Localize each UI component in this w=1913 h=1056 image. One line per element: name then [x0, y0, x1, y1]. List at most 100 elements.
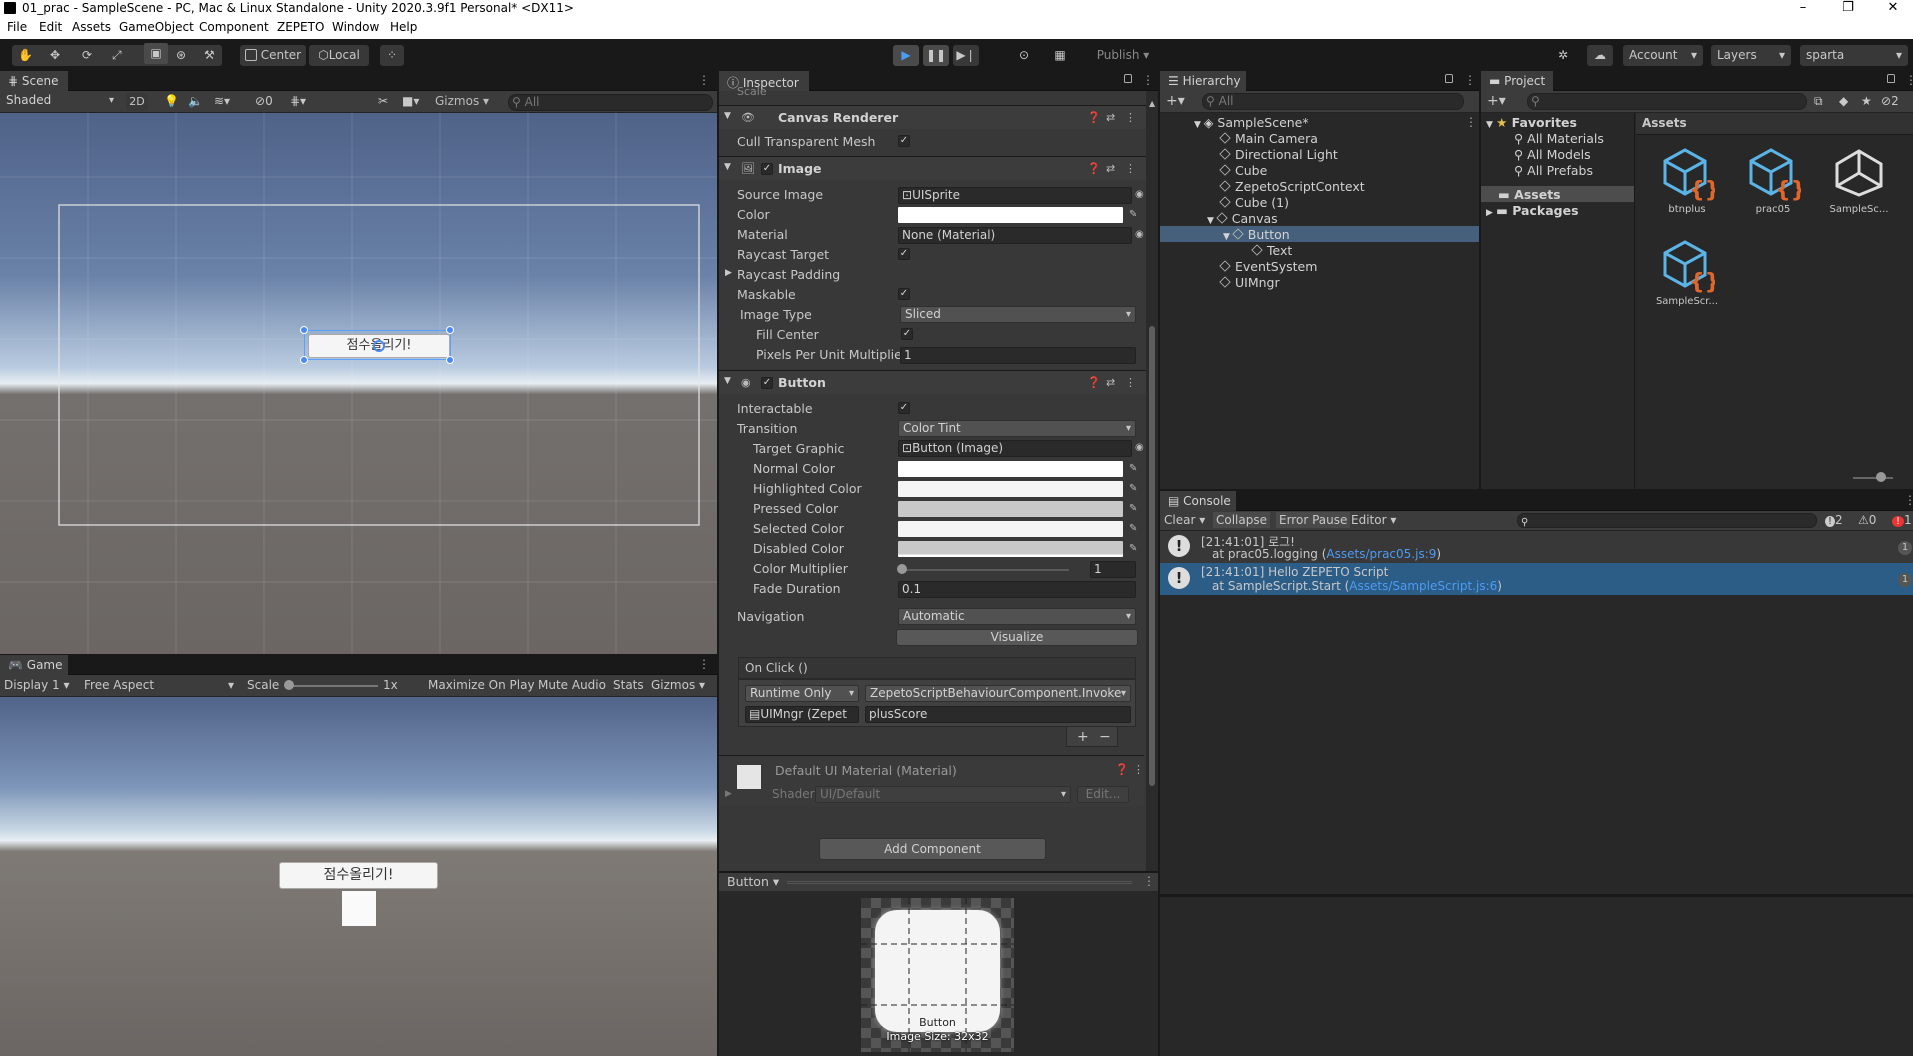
lock-icon[interactable]: [1445, 74, 1453, 83]
gizmos-dropdown[interactable]: Gizmos ▾: [435, 94, 489, 108]
icon-size-slider[interactable]: [1853, 477, 1893, 479]
asset-item-btnplus[interactable]: {} btnplus: [1654, 145, 1720, 215]
favorites-folder[interactable]: ▼ ★ Favorites: [1486, 115, 1577, 130]
tree-item-zepeto-script-context[interactable]: ZepetoScriptContext: [1219, 179, 1365, 194]
tab-scene[interactable]: ⋕ Scene: [0, 71, 68, 91]
services-icon[interactable]: ✲: [1552, 45, 1574, 66]
lock-icon[interactable]: [1887, 74, 1895, 83]
scale-slider-knob[interactable]: [284, 680, 294, 690]
shader-edit-button[interactable]: Edit...: [1077, 786, 1129, 803]
image-type-dropdown[interactable]: Sliced: [900, 306, 1136, 323]
cull-transparent-checkbox[interactable]: ✓: [898, 135, 910, 147]
help-icon[interactable]: ❓: [1087, 376, 1101, 390]
maximize-on-play-toggle[interactable]: Maximize On Play: [428, 678, 535, 692]
cloud-icon[interactable]: ☁: [1587, 45, 1613, 66]
tab-hierarchy[interactable]: ☰ Hierarchy: [1160, 71, 1246, 91]
menu-file[interactable]: File: [7, 20, 27, 34]
rect-handle-bl[interactable]: [300, 356, 308, 364]
lock-icon[interactable]: [1124, 74, 1132, 83]
tab-console[interactable]: ▤ Console: [1160, 491, 1236, 511]
grid-snap-button[interactable]: ⁘: [380, 45, 404, 66]
layers-dropdown[interactable]: Layers ▾: [1711, 45, 1791, 66]
tree-item-directional-light[interactable]: Directional Light: [1219, 147, 1338, 162]
source-image-field[interactable]: ⊡UISprite: [898, 187, 1132, 204]
rect-handle-tr[interactable]: [446, 326, 454, 334]
search-by-label-icon[interactable]: ◆: [1839, 94, 1848, 108]
publish-button[interactable]: Publish ▾: [1080, 45, 1166, 66]
collab-icon[interactable]: ⊙: [1013, 45, 1035, 66]
build-icon[interactable]: ▦: [1049, 45, 1071, 66]
menu-assets[interactable]: Assets: [72, 20, 111, 34]
pause-button[interactable]: ❚❚: [923, 45, 949, 66]
preview-drag-handle[interactable]: [787, 881, 1132, 884]
layout-dropdown[interactable]: sparta ▾: [1800, 45, 1908, 66]
rotate-tool-icon[interactable]: ⟳: [82, 45, 92, 66]
rect-handle-br[interactable]: [446, 356, 454, 364]
foldout-arrow-icon[interactable]: ▼: [724, 162, 731, 172]
scene-menu-icon[interactable]: ⋮: [698, 73, 710, 87]
packages-folder[interactable]: ▶ ▬ Packages: [1486, 203, 1579, 218]
ppu-multiplier-field[interactable]: 1: [900, 347, 1136, 364]
preset-icon[interactable]: ⇄: [1106, 376, 1120, 390]
console-entry[interactable]: ! [21:41:01] 로그! at prac05.logging (Asse…: [1160, 531, 1913, 563]
tab-project[interactable]: ▬ Project: [1481, 71, 1553, 91]
account-dropdown[interactable]: Account ▾: [1623, 45, 1703, 66]
scroll-up-icon[interactable]: ▲: [1149, 99, 1155, 109]
tree-item-button[interactable]: ▼ Button: [1223, 227, 1290, 242]
warn-count-toggle[interactable]: ⚠0: [1858, 513, 1876, 527]
preview-menu-icon[interactable]: ⋮: [1143, 874, 1155, 888]
project-search-input[interactable]: ⚲: [1527, 93, 1807, 110]
audio-icon[interactable]: 🔈: [188, 94, 203, 108]
event-argument-field[interactable]: plusScore: [865, 706, 1131, 723]
transition-dropdown[interactable]: Color Tint: [898, 420, 1136, 437]
asset-breadcrumb[interactable]: Assets: [1642, 116, 1687, 130]
inspector-menu-icon[interactable]: ⋮: [1142, 73, 1154, 87]
tree-item-event-system[interactable]: EventSystem: [1219, 259, 1317, 274]
preview-title[interactable]: Button ▾: [727, 874, 779, 889]
menu-window[interactable]: Window: [332, 20, 379, 34]
fill-center-checkbox[interactable]: ✓: [901, 328, 913, 340]
icon-size-slider-knob[interactable]: [1876, 472, 1886, 482]
custom-tool-icon[interactable]: ⚒: [204, 45, 215, 66]
game-viewport[interactable]: 점수올리기!: [0, 697, 717, 1056]
move-tool-icon[interactable]: ✥: [50, 45, 60, 66]
asset-item-samplescript[interactable]: {} SampleScr...: [1654, 237, 1720, 307]
highlighted-color-field[interactable]: [898, 481, 1123, 497]
selected-color-field[interactable]: [898, 521, 1123, 537]
transform-tool-icon[interactable]: ⊛: [176, 45, 186, 66]
tree-item-canvas[interactable]: ▼ Canvas: [1207, 211, 1278, 226]
eyedropper-icon[interactable]: ✎: [1129, 543, 1141, 555]
eyedropper-icon[interactable]: ✎: [1129, 483, 1141, 495]
add-listener-button[interactable]: +: [1077, 729, 1089, 745]
eyedropper-icon[interactable]: ✎: [1129, 463, 1141, 475]
color-field[interactable]: [898, 207, 1123, 223]
target-graphic-field[interactable]: ⊡Button (Image): [898, 440, 1132, 457]
menu-zepeto[interactable]: ZEPETO: [277, 20, 324, 34]
favorite-all-materials[interactable]: ⚲ All Materials: [1514, 131, 1604, 146]
inspector-scroll-thumb[interactable]: [1149, 326, 1155, 786]
tools-icon[interactable]: ✂: [378, 94, 388, 108]
hierarchy-search-input[interactable]: ⚲ All: [1202, 93, 1464, 110]
fade-duration-field[interactable]: 0.1: [898, 581, 1136, 598]
component-menu-icon[interactable]: ⋮: [1125, 162, 1139, 176]
scale-tool-icon[interactable]: ⤢: [112, 45, 122, 66]
menu-component[interactable]: Component: [199, 20, 269, 34]
pivot-handle[interactable]: [373, 340, 385, 352]
rect-tool-icon[interactable]: ▣: [144, 43, 168, 64]
help-icon[interactable]: ❓: [1087, 111, 1101, 125]
tree-item-cube-1[interactable]: Cube (1): [1219, 195, 1289, 210]
trace-link[interactable]: Assets/SampleScript.js:6: [1349, 579, 1497, 593]
component-menu-icon[interactable]: ⋮: [1125, 376, 1139, 390]
tab-game[interactable]: 🎮 Game: [0, 655, 68, 675]
shading-mode-dropdown[interactable]: Shaded: [2, 93, 118, 110]
normal-color-field[interactable]: [898, 461, 1123, 477]
foldout-arrow-icon[interactable]: ▼: [724, 376, 731, 386]
game-gizmos-dropdown[interactable]: Gizmos ▾: [651, 678, 705, 692]
aspect-dropdown[interactable]: Free Aspect ▾: [84, 678, 234, 692]
eyedropper-icon[interactable]: ✎: [1129, 523, 1141, 535]
project-create-button[interactable]: +▾: [1487, 93, 1506, 109]
favorite-all-models[interactable]: ⚲ All Models: [1514, 147, 1591, 162]
call-state-dropdown[interactable]: Runtime Only: [745, 685, 859, 702]
navigation-dropdown[interactable]: Automatic: [898, 608, 1136, 625]
help-icon[interactable]: ❓: [1115, 763, 1129, 777]
